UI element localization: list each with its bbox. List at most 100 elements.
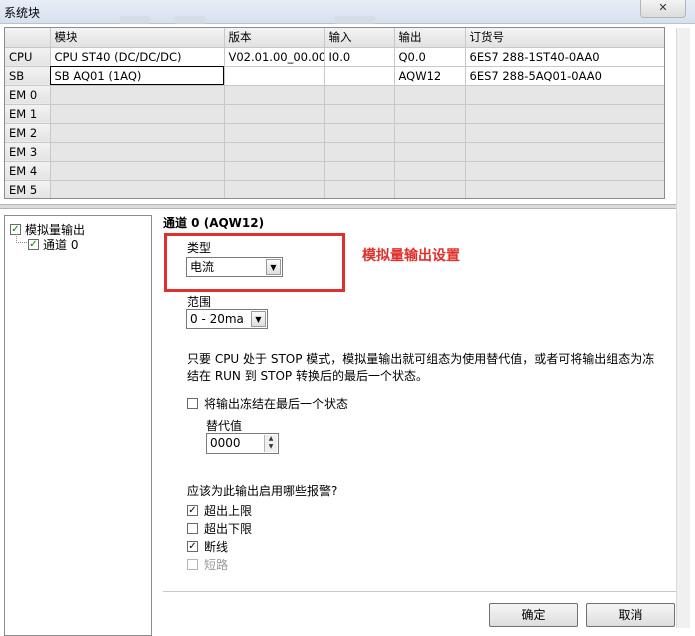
table-cell[interactable]: [224, 104, 325, 124]
table-cell[interactable]: [50, 85, 225, 105]
alarm-wire-break[interactable]: ✓ 断线: [187, 538, 228, 555]
table-cell[interactable]: [394, 142, 466, 162]
vertical-scrollbar[interactable]: [676, 28, 690, 628]
table-cell[interactable]: [394, 104, 466, 124]
tree-item-label: 通道 0: [43, 238, 79, 252]
table-cell[interactable]: CPU ST40 (DC/DC/DC): [50, 47, 225, 67]
checkbox-checked[interactable]: ✓: [187, 541, 198, 552]
table-cell[interactable]: [394, 85, 466, 105]
table-cell[interactable]: [394, 180, 466, 198]
substitute-label: 替代值: [206, 419, 243, 433]
close-icon: ✕: [658, 1, 668, 14]
alarm-label: 超出上限: [204, 504, 253, 518]
row-header: EM 2: [5, 123, 51, 143]
alarm-label: 断线: [204, 540, 229, 554]
alarm-lower-limit[interactable]: 超出下限: [187, 520, 252, 537]
row-header: EM 0: [5, 85, 51, 105]
faded-toolbar-item: [120, 16, 150, 24]
ok-button[interactable]: 确定: [489, 603, 578, 627]
check-icon[interactable]: ✓: [28, 239, 39, 250]
table-cell[interactable]: 6ES7 288-5AQ01-0AA0: [465, 66, 664, 86]
channel-title: 通道 0 (AQW12): [163, 216, 265, 230]
checkbox-disabled: [187, 559, 198, 570]
window-title: 系统块: [4, 6, 41, 20]
table-row[interactable]: EM 4: [5, 161, 664, 181]
table-row[interactable]: EM 3: [5, 142, 664, 162]
table-cell[interactable]: [324, 180, 395, 198]
substitute-value-field[interactable]: 0000 ▲ ▼: [206, 433, 279, 454]
checkbox[interactable]: [187, 523, 198, 534]
range-select-value: 0 - 20ma: [190, 312, 244, 326]
table-cell[interactable]: [324, 85, 395, 105]
table-row[interactable]: EM 5: [5, 180, 664, 198]
table-row[interactable]: EM 0: [5, 85, 664, 105]
checkbox[interactable]: [187, 398, 198, 409]
table-cell[interactable]: [324, 142, 395, 162]
alarm-upper-limit[interactable]: ✓ 超出上限: [187, 502, 252, 519]
table-cell[interactable]: SB AQ01 (1AQ): [50, 66, 225, 86]
table-cell[interactable]: [465, 85, 664, 105]
table-cell[interactable]: AQW12: [394, 66, 466, 86]
table-cell[interactable]: [465, 123, 664, 143]
row-header: EM 3: [5, 142, 51, 162]
stop-mode-note: 只要 CPU 处于 STOP 模式，模拟量输出就可组态为使用替代值，或者可将输出…: [187, 352, 655, 383]
row-header: CPU: [5, 47, 51, 67]
tree-item-channel-0[interactable]: ✓ 通道 0: [28, 236, 78, 253]
table-cell[interactable]: [50, 104, 225, 124]
table-cell[interactable]: [224, 161, 325, 181]
table-cell[interactable]: V02.01.00_00.00...: [224, 47, 325, 67]
table-cell[interactable]: 6ES7 288-1ST40-0AA0: [465, 47, 664, 67]
table-row[interactable]: EM 1: [5, 104, 664, 124]
tree-connector: [16, 234, 27, 243]
table-cell[interactable]: [324, 161, 395, 181]
checkbox-checked[interactable]: ✓: [187, 505, 198, 516]
column-header: [5, 28, 51, 48]
table-cell[interactable]: [50, 180, 225, 198]
table-cell[interactable]: [394, 123, 466, 143]
row-header: EM 5: [5, 180, 51, 198]
freeze-output-option[interactable]: 将输出冻结在最后一个状态: [187, 395, 348, 412]
table-cell[interactable]: [465, 104, 664, 124]
annotation-highlight-box: [164, 233, 345, 292]
splitter[interactable]: [0, 204, 676, 209]
table-row[interactable]: SB SB AQ01 (1AQ) AQW12 6ES7 288-5AQ01-0AA0: [5, 66, 664, 86]
table-cell[interactable]: [224, 123, 325, 143]
table-cell[interactable]: [224, 85, 325, 105]
table-cell[interactable]: [324, 66, 395, 86]
column-header: 输出: [394, 28, 466, 48]
row-header: EM 1: [5, 104, 51, 124]
cancel-button[interactable]: 取消: [586, 603, 675, 627]
row-header: EM 4: [5, 161, 51, 181]
table-row[interactable]: CPUCPU ST40 (DC/DC/DC)V02.01.00_00.00...…: [5, 47, 664, 67]
alarm-label: 超出下限: [204, 522, 253, 536]
table-cell[interactable]: [465, 161, 664, 181]
table-row[interactable]: EM 2: [5, 123, 664, 143]
module-tree: ✓ 模拟量输出 ✓ 通道 0: [4, 215, 152, 636]
table-header-row: 模块 版本 输入 输出 订货号: [5, 28, 664, 48]
module-table: 模块 版本 输入 输出 订货号 CPU CPU ST40 (DC/DC/DC) V0…: [4, 27, 665, 199]
table-cell[interactable]: [394, 161, 466, 181]
faded-toolbar-item: [335, 16, 375, 24]
faded-toolbar-item: [175, 16, 205, 24]
alarm-short-circuit: 短路: [187, 556, 228, 573]
divider: [163, 591, 676, 592]
table-cell[interactable]: [224, 142, 325, 162]
title-bar: 系统块 ✕: [0, 0, 695, 24]
column-header: 输入: [324, 28, 395, 48]
close-button[interactable]: ✕: [640, 0, 686, 18]
range-select[interactable]: 0 - 20ma ▼: [186, 309, 268, 329]
table-cell[interactable]: [224, 66, 325, 86]
column-header: 版本: [224, 28, 325, 48]
chevron-down-icon[interactable]: ▼: [251, 311, 266, 327]
spinner-buttons[interactable]: ▲ ▼: [264, 435, 277, 452]
table-cell[interactable]: I0.0: [324, 47, 395, 67]
table-cell[interactable]: [465, 180, 664, 198]
table-cell[interactable]: [50, 123, 225, 143]
table-cell[interactable]: [324, 104, 395, 124]
table-cell[interactable]: [50, 161, 225, 181]
table-cell[interactable]: [465, 142, 664, 162]
table-cell[interactable]: Q0.0: [394, 47, 466, 67]
table-cell[interactable]: [324, 123, 395, 143]
table-cell[interactable]: [224, 180, 325, 198]
table-cell[interactable]: [50, 142, 225, 162]
